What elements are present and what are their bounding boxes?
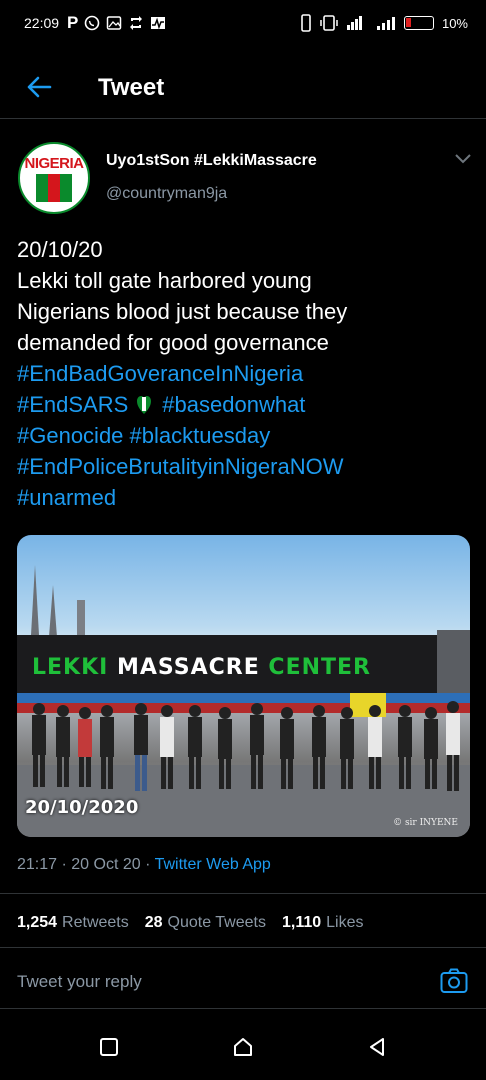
retweets-label: Retweets — [62, 914, 129, 931]
home-icon[interactable] — [232, 1036, 254, 1058]
back-arrow-icon[interactable] — [26, 74, 52, 100]
banner-text-part: MASSACRE — [117, 655, 260, 680]
reply-input[interactable]: Tweet your reply — [17, 972, 142, 992]
image-credit: © sir INYENE — [393, 818, 458, 828]
banner-text-part: CENTER — [259, 655, 371, 680]
header: Tweet — [0, 60, 486, 116]
quote-tweets-stat[interactable]: 28 Quote Tweets — [145, 914, 266, 932]
tweet-image[interactable]: LEKKI MASSACRE CENTER 20/10/2020 © sir I… — [17, 535, 470, 837]
banner-text: LEKKI MASSACRE CENTER — [32, 655, 371, 680]
protest-photo — [17, 565, 470, 837]
sync-icon — [130, 16, 143, 30]
banner-text-part: LEKKI — [32, 655, 117, 680]
likes-label: Likes — [326, 914, 364, 931]
tweet-source-link[interactable]: Twitter Web App — [155, 856, 271, 873]
activity-icon — [151, 17, 166, 30]
hashtag-link[interactable]: #basedonwhat — [162, 392, 305, 417]
tweet-line: 20/10/20 — [17, 237, 103, 262]
hashtag-link[interactable]: #Genocide — [17, 423, 123, 448]
recent-apps-icon[interactable] — [98, 1036, 120, 1058]
hashtag-link[interactable]: #EndSARS — [17, 392, 128, 417]
wifi-icon — [346, 16, 362, 30]
battery-icon — [403, 16, 434, 30]
nigeria-flag-heart-icon — [137, 396, 152, 414]
likes-count: 1,110 — [281, 914, 322, 931]
hashtag-link[interactable]: #blacktuesday — [130, 423, 271, 448]
whatsapp-icon — [85, 15, 100, 31]
tweet-time: 21:17 — [17, 856, 58, 873]
status-time: 22:09 — [24, 15, 60, 31]
tweet-text: 20/10/20 Lekki toll gate harbored young … — [17, 234, 477, 513]
app-notification-icon: P — [67, 13, 79, 32]
hashtag-link[interactable]: #unarmed — [17, 485, 116, 510]
image-date-overlay: 20/10/2020 — [25, 797, 139, 818]
tweet-meta: 21:17 · 20 Oct 20 · Twitter Web App — [17, 856, 271, 873]
chevron-down-icon[interactable] — [454, 152, 472, 166]
nfc-icon — [320, 15, 338, 31]
status-system-icons: 10% — [300, 14, 468, 32]
header-divider — [0, 118, 486, 119]
avatar[interactable]: NIGERIA — [18, 142, 90, 214]
vibrate-icon — [301, 14, 311, 32]
tweet-date: 20 Oct 20 — [71, 856, 141, 873]
back-icon[interactable] — [366, 1036, 388, 1058]
battery-level: 10% — [441, 15, 468, 31]
camera-icon[interactable] — [440, 968, 468, 994]
reply-divider — [0, 1008, 486, 1009]
tweet-line: demanded for good governance — [17, 330, 329, 355]
gallery-icon — [107, 16, 122, 30]
system-nav-bar — [0, 1012, 486, 1080]
status-notification-icons: P — [67, 13, 166, 33]
hashtag-link[interactable]: #EndPoliceBrutalityinNigeraNOW — [17, 454, 343, 479]
status-bar: 22:09 P 10% — [0, 0, 486, 46]
avatar-text: NIGERIA — [24, 154, 84, 172]
tweet-line: Nigerians blood just because they — [17, 299, 348, 324]
retweets-stat[interactable]: 1,254 Retweets — [17, 914, 129, 932]
hashtag-link[interactable]: #EndBadGoveranceInNigeria — [17, 361, 303, 386]
nigeria-flag-icon — [36, 173, 72, 202]
author-handle[interactable]: @countryman9ja — [106, 185, 227, 203]
tweet-stats: 1,254 Retweets 28 Quote Tweets 1,110 Likes — [17, 914, 364, 932]
page-title: Tweet — [98, 74, 165, 101]
quotes-count: 28 — [144, 914, 163, 931]
retweets-count: 1,254 — [17, 914, 58, 931]
stats-divider — [0, 947, 486, 948]
meta-divider — [0, 893, 486, 894]
author-display-name[interactable]: Uyo1stSon #LekkiMassacre — [106, 152, 317, 170]
quotes-label: Quote Tweets — [167, 914, 266, 931]
signal-icon — [376, 17, 395, 30]
tweet-line: Lekki toll gate harbored young — [17, 268, 312, 293]
likes-stat[interactable]: 1,110 Likes — [282, 914, 364, 932]
